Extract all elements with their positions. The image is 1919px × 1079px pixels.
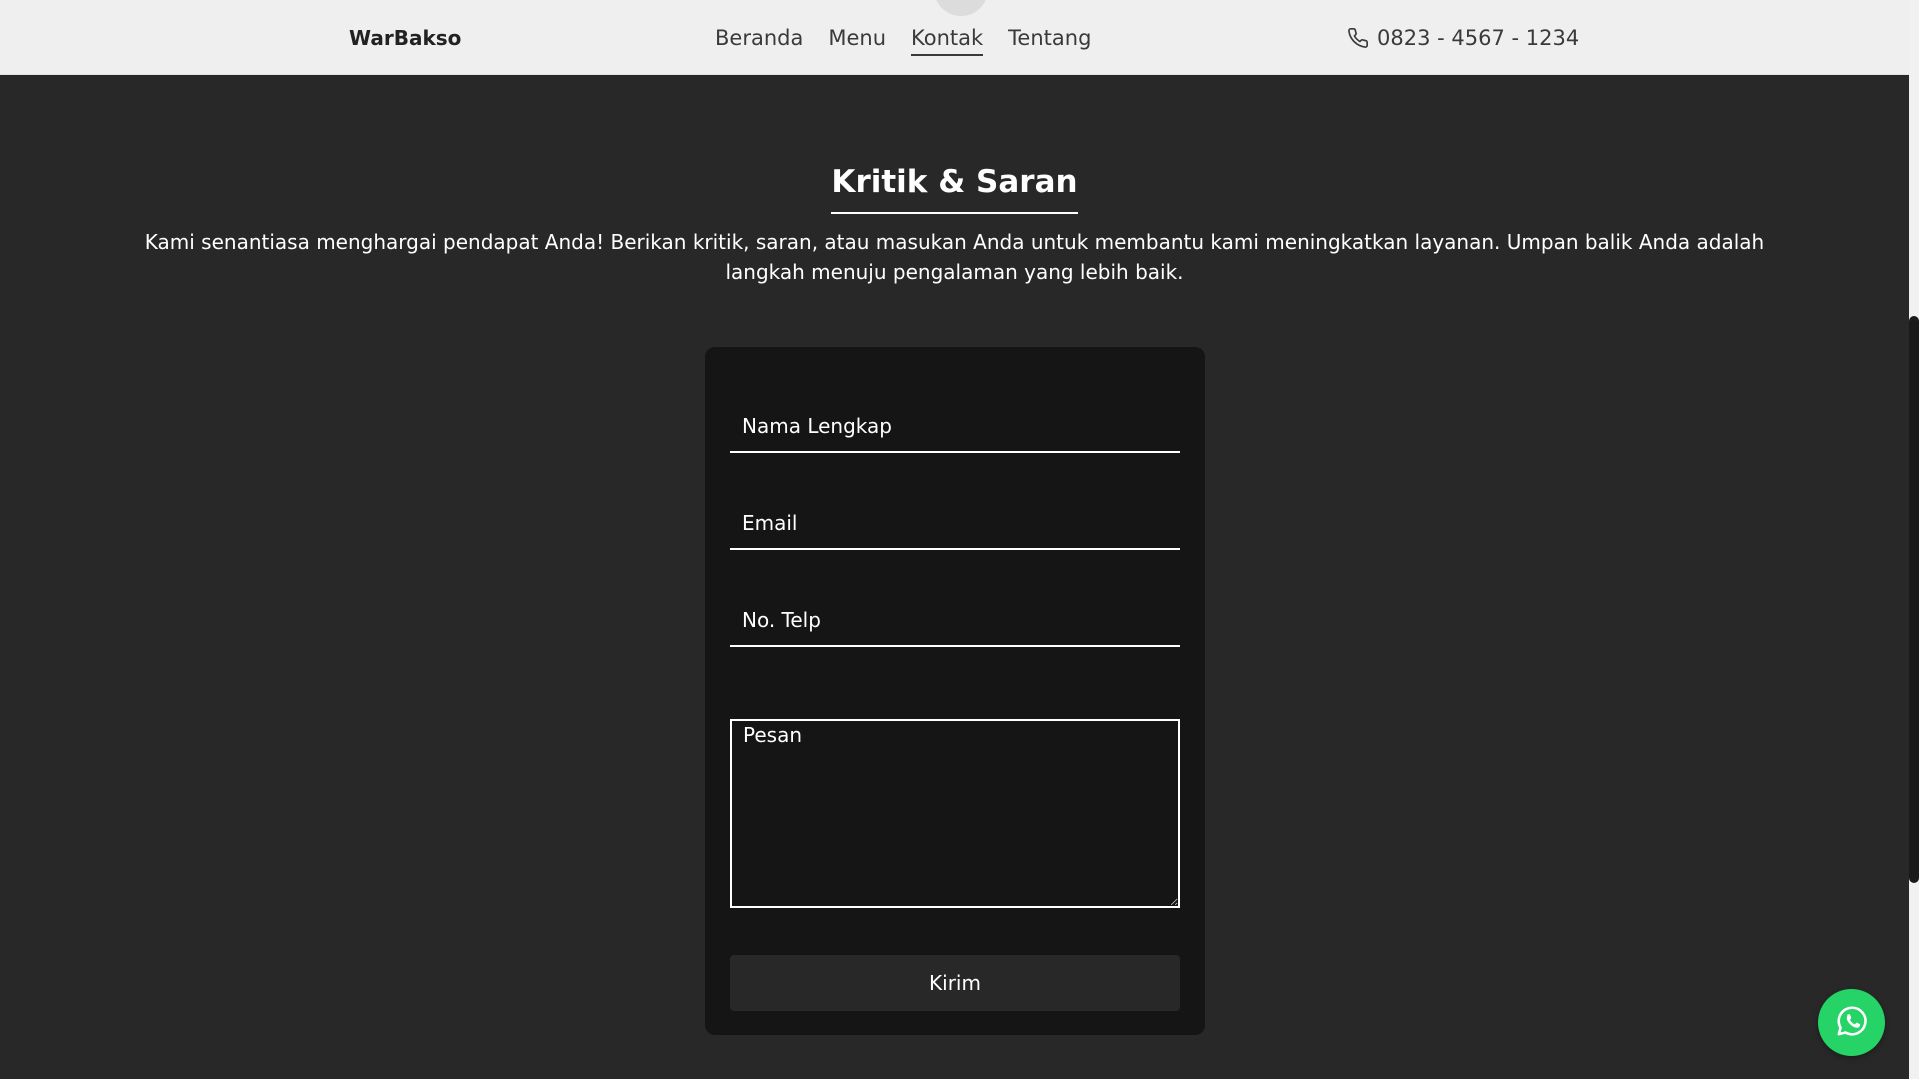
nav-indicator	[934, 0, 988, 16]
nav-link-menu[interactable]: Menu	[828, 24, 886, 56]
nav-links: Beranda Menu Kontak Tentang	[715, 24, 1091, 56]
brand-logo[interactable]: WarBakso	[349, 25, 461, 51]
phone-icon	[1347, 27, 1369, 49]
name-input[interactable]	[730, 401, 1180, 453]
scrollbar-thumb[interactable]	[1909, 316, 1919, 883]
page: WarBakso Beranda Menu Kontak Tentang 082…	[0, 0, 1919, 1079]
nav-link-tentang[interactable]: Tentang	[1008, 24, 1091, 56]
scrollbar-track[interactable]	[1909, 0, 1919, 1079]
section-title: Kritik & Saran	[831, 160, 1078, 214]
nav-link-beranda[interactable]: Beranda	[715, 24, 803, 56]
nav-link-kontak[interactable]: Kontak	[911, 24, 984, 56]
message-textarea[interactable]	[730, 719, 1180, 908]
section-title-wrap: Kritik & Saran	[0, 160, 1909, 214]
phone-contact[interactable]: 0823 - 4567 - 1234	[1347, 24, 1579, 52]
submit-button[interactable]: Kirim	[730, 955, 1180, 1011]
phone-input[interactable]	[730, 595, 1180, 647]
navbar: WarBakso Beranda Menu Kontak Tentang 082…	[0, 0, 1909, 75]
whatsapp-icon	[1835, 1004, 1869, 1042]
section-description: Kami senantiasa menghargai pendapat Anda…	[144, 230, 1765, 284]
email-input[interactable]	[730, 498, 1180, 550]
whatsapp-button[interactable]	[1818, 989, 1885, 1056]
phone-number: 0823 - 4567 - 1234	[1377, 26, 1580, 50]
